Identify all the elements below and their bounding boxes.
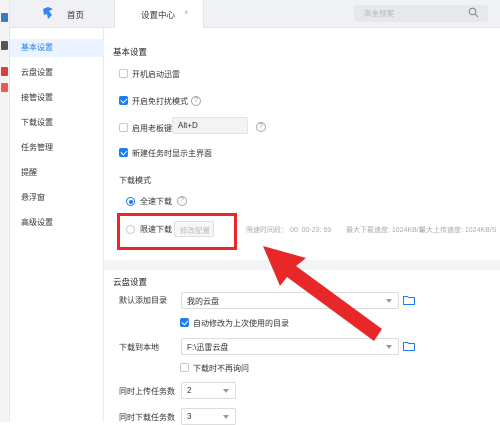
chevron-down-icon bbox=[223, 389, 229, 393]
boss-key-input[interactable]: Alt+D bbox=[172, 117, 248, 134]
close-icon[interactable]: × bbox=[184, 8, 189, 17]
limit-max-download: 最大下载速度: 1024KB/S bbox=[346, 227, 424, 234]
folder-icon[interactable] bbox=[403, 341, 415, 351]
title-bar: 首页 设置中心 × 高金预案 bbox=[10, 0, 500, 28]
folder-icon[interactable] bbox=[403, 295, 415, 305]
sidebar-item-cloud[interactable]: 云盘设置 bbox=[10, 64, 104, 82]
chevron-down-icon bbox=[386, 299, 392, 303]
search-input[interactable]: 高金预案 bbox=[354, 5, 488, 22]
background-window-icon bbox=[1, 41, 8, 50]
sidebar-item-reminder[interactable]: 提醒 bbox=[10, 164, 104, 182]
full-speed-radio[interactable] bbox=[126, 197, 135, 206]
background-window-icon bbox=[1, 13, 8, 22]
help-icon[interactable]: ? bbox=[177, 196, 187, 206]
upload-count-label: 同时上传任务数 bbox=[119, 387, 175, 396]
help-icon[interactable]: ? bbox=[191, 96, 201, 106]
download-count-value: 3 bbox=[187, 412, 192, 421]
section-divider bbox=[104, 260, 500, 270]
sidebar-item-label: 云盘设置 bbox=[21, 68, 53, 77]
limit-period: 限速时间段： 00: 00-23: 59 bbox=[246, 227, 332, 234]
sidebar-item-label: 提醒 bbox=[21, 168, 37, 177]
sidebar-item-label: 基本设置 bbox=[21, 43, 53, 52]
download-count-select[interactable]: 3 bbox=[181, 408, 236, 425]
background-window-strip bbox=[0, 0, 10, 422]
chevron-down-icon bbox=[386, 345, 392, 349]
download-local-label: 下载到本地 bbox=[119, 343, 159, 352]
home-tab[interactable]: 首页 bbox=[67, 9, 84, 21]
default-dir-label: 默认添加目录 bbox=[119, 296, 167, 305]
sidebar-item-label: 任务管理 bbox=[21, 143, 53, 152]
download-local-select[interactable]: F:\迅雷云盘 bbox=[181, 338, 399, 355]
no-disturb-checkbox[interactable] bbox=[119, 96, 128, 105]
sidebar-item-label: 下载设置 bbox=[21, 118, 53, 127]
download-local-value: F:\迅雷云盘 bbox=[187, 343, 229, 352]
background-window-icon bbox=[1, 83, 8, 92]
no-ask-checkbox[interactable] bbox=[180, 363, 189, 372]
tab-settings-label: 设置中心 bbox=[141, 10, 176, 20]
auto-modify-checkbox[interactable] bbox=[180, 318, 189, 327]
xunlei-logo-icon bbox=[43, 7, 53, 19]
help-icon[interactable]: ? bbox=[256, 122, 266, 132]
default-dir-select[interactable]: 我的云盘 bbox=[181, 292, 399, 309]
sidebar-item-label: 高级设置 bbox=[21, 218, 53, 227]
sidebar-item-label: 悬浮窗 bbox=[21, 193, 45, 202]
sidebar-item-advanced[interactable]: 高级设置 bbox=[10, 214, 104, 232]
search-placeholder: 高金预案 bbox=[364, 9, 394, 18]
sidebar-item-basic[interactable]: 基本设置 bbox=[10, 39, 104, 57]
sidebar-item-download[interactable]: 下载设置 bbox=[10, 114, 104, 132]
boss-key-value: Alt+D bbox=[178, 121, 198, 130]
autostart-checkbox[interactable] bbox=[119, 69, 128, 78]
full-speed-label: 全速下载 bbox=[140, 197, 172, 206]
upload-count-select[interactable]: 2 bbox=[181, 382, 236, 399]
sidebar-item-floating[interactable]: 悬浮窗 bbox=[10, 189, 104, 207]
tab-settings[interactable]: 设置中心 × bbox=[114, 0, 204, 28]
sidebar-item-tasks[interactable]: 任务管理 bbox=[10, 139, 104, 157]
search-icon[interactable] bbox=[468, 7, 479, 18]
no-disturb-label: 开启免打扰模式 bbox=[132, 97, 188, 106]
chevron-down-icon bbox=[223, 415, 229, 419]
upload-count-value: 2 bbox=[187, 386, 192, 395]
limit-max-upload: 最大上传速度: 1024KB/S bbox=[419, 227, 497, 234]
default-dir-value: 我的云盘 bbox=[187, 297, 219, 306]
download-count-label: 同时下载任务数 bbox=[119, 413, 175, 422]
auto-modify-label: 自动修改为上次使用的目录 bbox=[193, 319, 289, 328]
section-title-basic: 基本设置 bbox=[113, 47, 148, 57]
no-ask-label: 下载时不再询问 bbox=[193, 364, 249, 373]
annotation-highlight-box bbox=[117, 213, 237, 250]
show-main-label: 新建任务时显示主界面 bbox=[132, 149, 212, 158]
boss-key-checkbox[interactable] bbox=[119, 123, 128, 132]
background-window-icon bbox=[1, 67, 8, 76]
show-main-checkbox[interactable] bbox=[119, 148, 128, 157]
boss-key-label: 启用老板键 bbox=[132, 124, 172, 133]
sidebar: 基本设置 云盘设置 接管设置 下载设置 任务管理 提醒 悬浮窗 高级设置 bbox=[10, 28, 104, 422]
autostart-label: 开机启动迅雷 bbox=[132, 70, 180, 79]
sidebar-item-takeover[interactable]: 接管设置 bbox=[10, 89, 104, 107]
download-mode-title: 下载模式 bbox=[119, 176, 151, 185]
sidebar-item-label: 接管设置 bbox=[21, 93, 53, 102]
section-title-cloud: 云盘设置 bbox=[113, 277, 148, 287]
